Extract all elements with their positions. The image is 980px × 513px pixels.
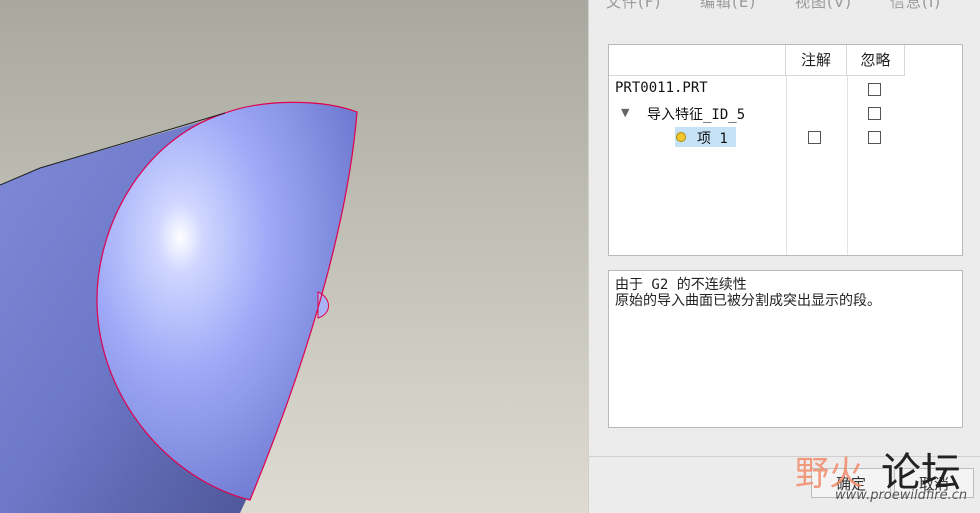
tree-name-column-header bbox=[609, 45, 786, 76]
dialog-separator bbox=[589, 456, 980, 457]
tree-row-part[interactable]: PRT0011.PRT bbox=[609, 78, 962, 102]
item-status-icon bbox=[676, 132, 686, 142]
ignore-column-header[interactable]: 忽略 bbox=[847, 45, 905, 76]
tree-item-label: 项 1 bbox=[697, 131, 728, 147]
ignore-checkbox[interactable] bbox=[868, 107, 881, 120]
menu-file[interactable]: 文件(F) bbox=[606, 0, 661, 12]
model-viewport[interactable] bbox=[0, 0, 588, 513]
tree-item-label: 导入特征_ID_5 bbox=[647, 107, 746, 123]
message-line: 由于 G2 的不连续性 bbox=[615, 277, 747, 293]
menu-bar: 文件(F) 编辑(E) 视图(V) 信息(I) bbox=[589, 0, 980, 13]
model-canvas[interactable] bbox=[0, 0, 588, 513]
menu-view[interactable]: 视图(V) bbox=[795, 0, 852, 12]
ok-button[interactable]: 确定 bbox=[811, 468, 891, 498]
tree-row-item-1[interactable]: 项 1 bbox=[609, 126, 962, 150]
message-line: 原始的导入曲面已被分割成突出显示的段。 bbox=[615, 293, 881, 309]
tree-row-import-feature[interactable]: ▼ 导入特征_ID_5 bbox=[609, 102, 962, 126]
menu-info[interactable]: 信息(I) bbox=[890, 0, 941, 12]
tree-item-label: PRT0011.PRT bbox=[615, 80, 708, 96]
annotate-column-header[interactable]: 注解 bbox=[786, 45, 847, 76]
cancel-button[interactable]: 取消 bbox=[894, 468, 974, 498]
ignore-checkbox[interactable] bbox=[868, 83, 881, 96]
ignore-checkbox[interactable] bbox=[868, 131, 881, 144]
feature-tree[interactable]: 注解 忽略 PRT0011.PRT ▼ 导入特征_ID_5 项 1 bbox=[608, 44, 963, 256]
message-area: 由于 G2 的不连续性 原始的导入曲面已被分割成突出显示的段。 bbox=[608, 270, 963, 428]
menu-edit[interactable]: 编辑(E) bbox=[700, 0, 756, 12]
expand-triangle-icon[interactable]: ▼ bbox=[621, 106, 629, 119]
import-dialog-panel: 文件(F) 编辑(E) 视图(V) 信息(I) 注解 忽略 PRT0011.PR… bbox=[588, 0, 980, 513]
annotate-checkbox[interactable] bbox=[808, 131, 821, 144]
